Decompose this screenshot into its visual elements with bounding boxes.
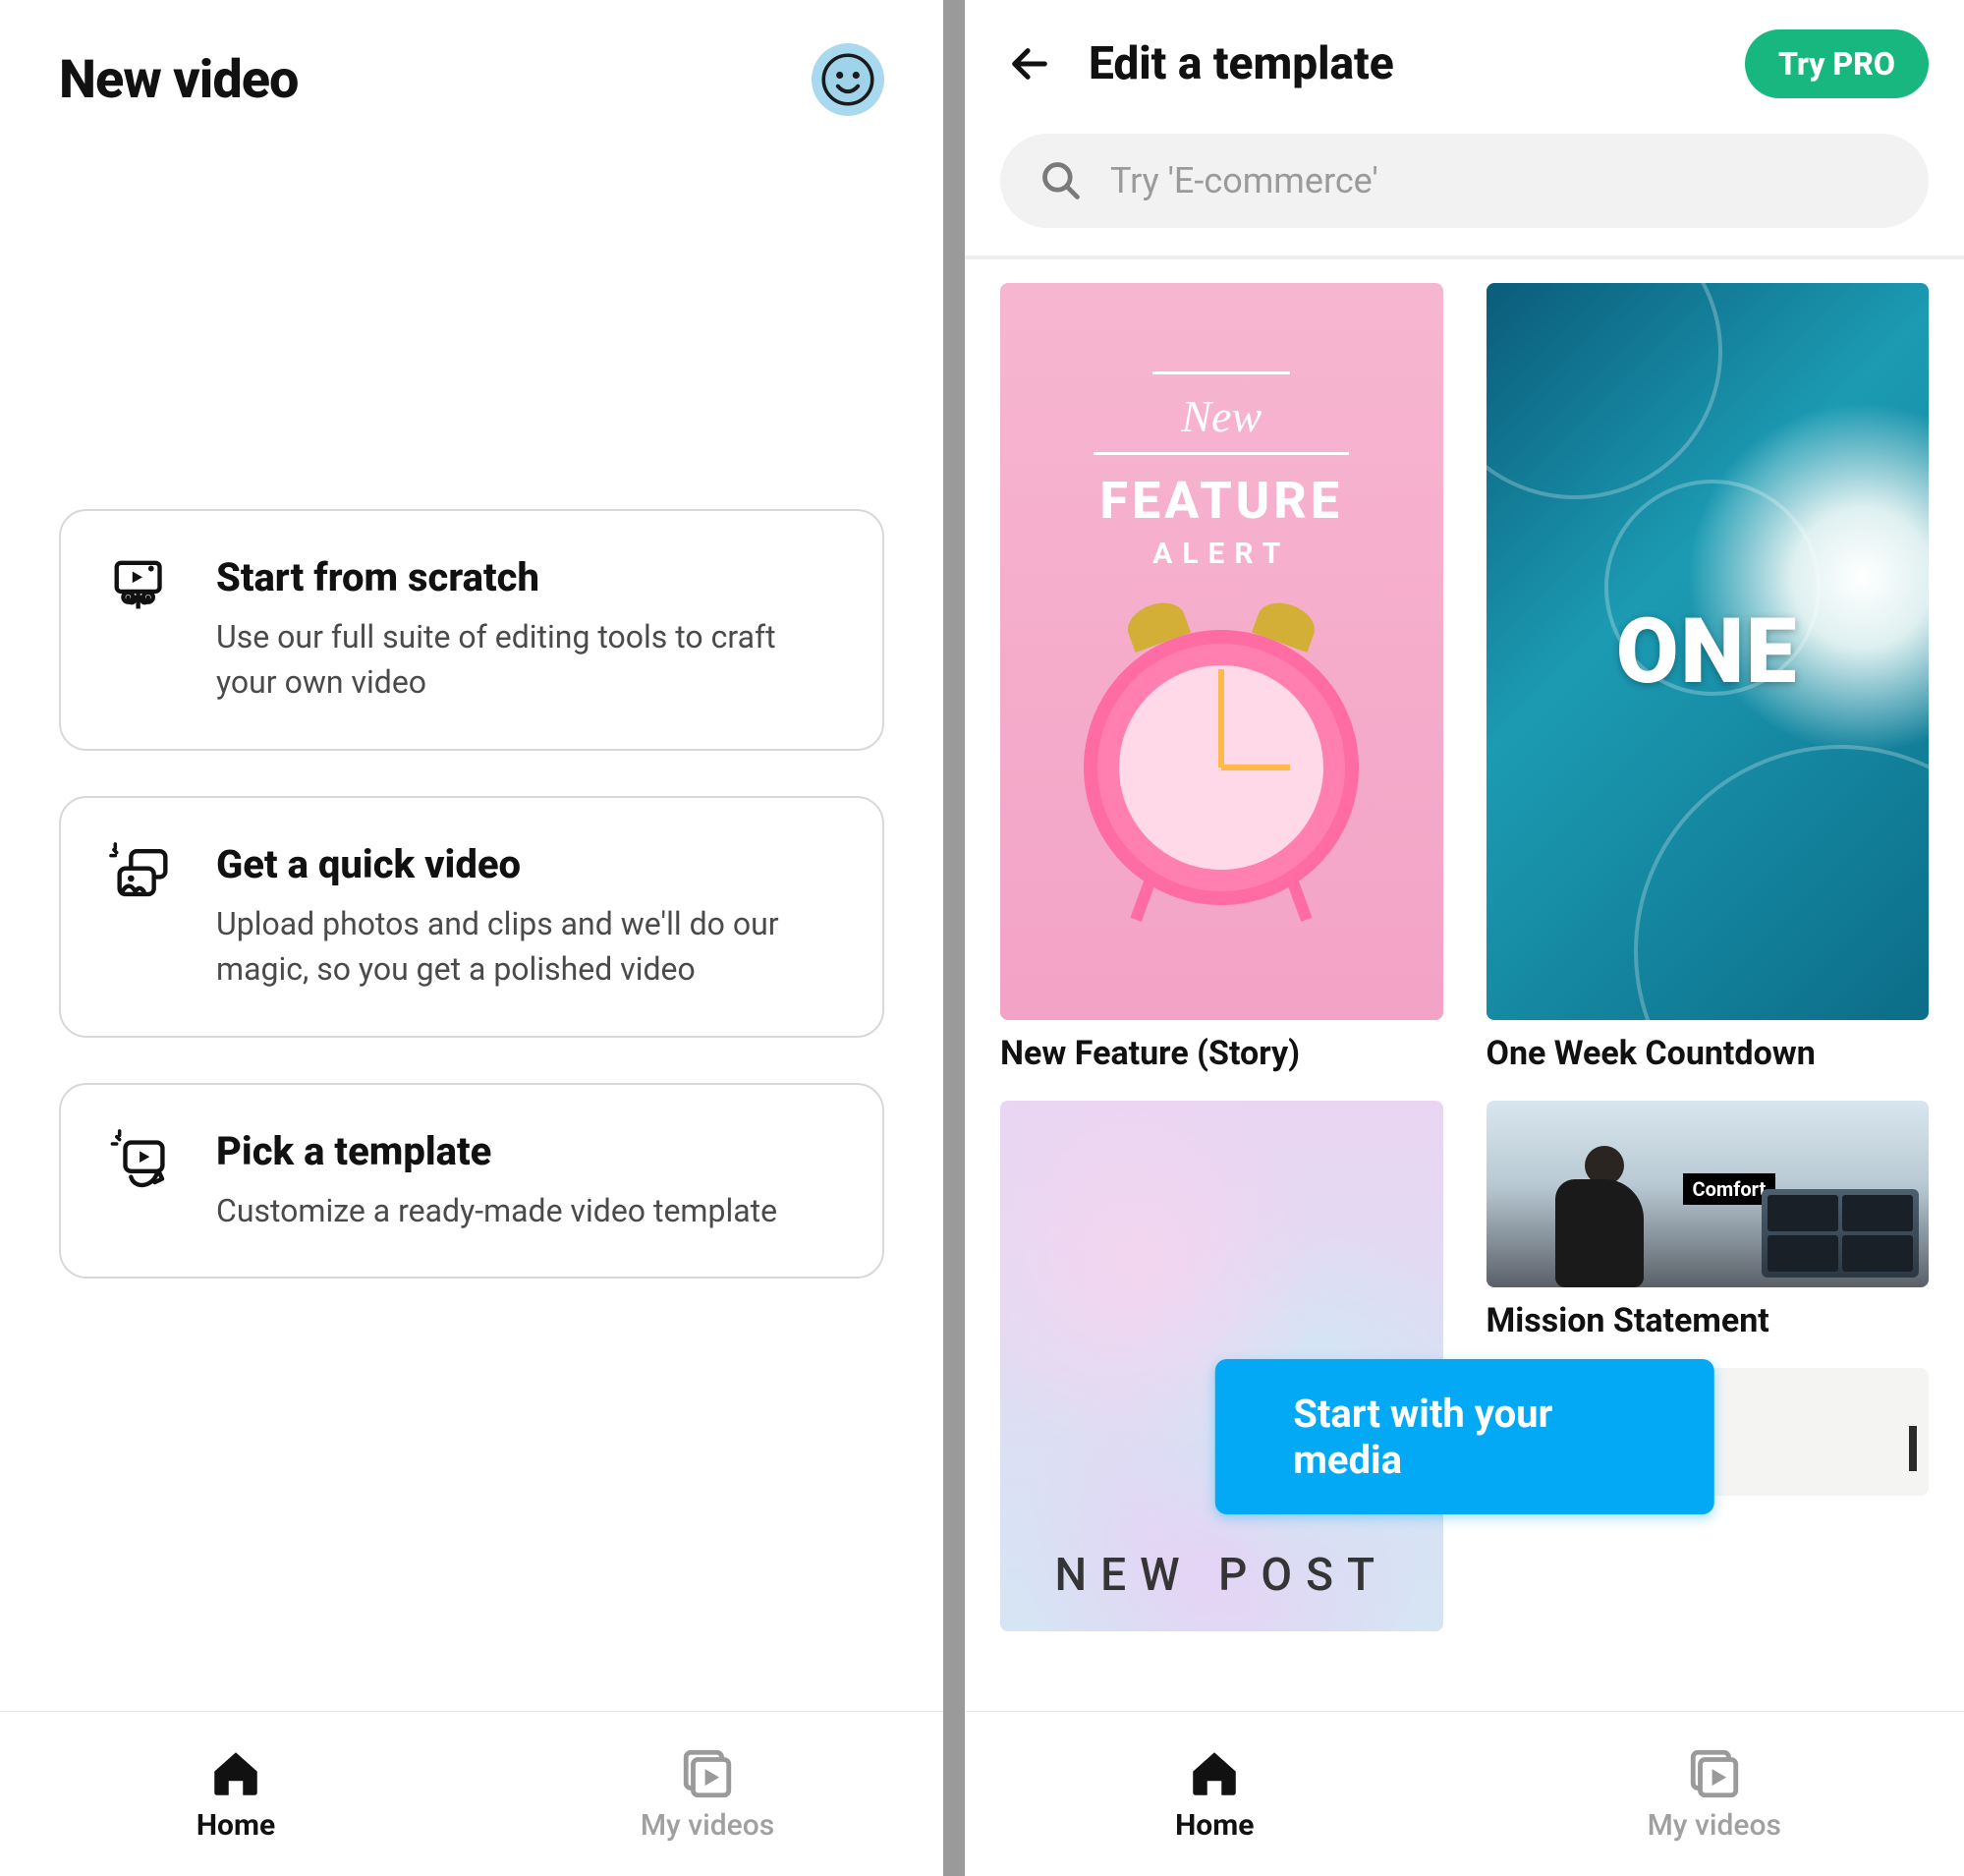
thumb-overlay-text: ALERT	[1094, 537, 1349, 571]
screen-edit-template: Edit a template Try PRO New	[965, 0, 1964, 1876]
card-pick-template[interactable]: Pick a template Customize a ready-made v…	[59, 1083, 884, 1279]
card-subtitle: Use our full suite of editing tools to c…	[216, 614, 835, 706]
tab-label: My videos	[641, 1808, 774, 1843]
tab-home[interactable]: Home	[0, 1712, 472, 1876]
template-mission-statement[interactable]: Comfort Mission Statement	[1487, 1101, 1930, 1340]
card-start-from-scratch[interactable]: Start from scratch Use our full suite of…	[59, 509, 884, 751]
template-thumbnail: New FEATURE ALERT	[1000, 283, 1443, 1020]
search-icon	[1039, 159, 1083, 202]
thumb-overlay-text: FEATURE	[1094, 471, 1349, 531]
scratch-icon	[108, 554, 177, 623]
profile-avatar[interactable]	[812, 43, 884, 116]
alarm-clock-icon	[1084, 630, 1359, 905]
card-title: Get a quick video	[216, 841, 835, 887]
screen-new-video: New video	[0, 0, 965, 1876]
template-one-week-countdown[interactable]: ONE One Week Countdown	[1487, 283, 1930, 1073]
thumb-overlay-text: NEW POST	[1055, 1549, 1388, 1602]
search-field[interactable]	[1000, 134, 1929, 228]
search-container	[965, 116, 1964, 256]
template-label: New Feature (Story)	[1000, 1034, 1443, 1073]
card-subtitle: Upload photos and clips and we'll do our…	[216, 901, 835, 993]
tab-label: My videos	[1648, 1808, 1781, 1843]
back-button[interactable]	[1000, 34, 1059, 93]
tab-label: Home	[196, 1808, 275, 1843]
page-title: Edit a template	[1089, 37, 1715, 90]
page-title: New video	[59, 49, 298, 111]
template-thumbnail: ONE	[1487, 283, 1930, 1020]
my-videos-icon	[679, 1745, 736, 1802]
template-icon	[108, 1128, 177, 1197]
quick-video-icon	[108, 841, 177, 910]
card-subtitle: Customize a ready-made video template	[216, 1188, 835, 1233]
template-label: One Week Countdown	[1487, 1034, 1930, 1073]
card-title: Start from scratch	[216, 554, 835, 600]
tab-label: Home	[1175, 1808, 1254, 1843]
card-quick-video[interactable]: Get a quick video Upload photos and clip…	[59, 796, 884, 1038]
thumb-overlay-text: New	[1094, 390, 1349, 442]
right-header: Edit a template Try PRO	[965, 0, 1964, 116]
tab-my-videos[interactable]: My videos	[472, 1712, 943, 1876]
template-label: Mission Statement	[1487, 1301, 1930, 1340]
start-with-media-button[interactable]: Start with your media	[1214, 1359, 1714, 1514]
my-videos-icon	[1686, 1745, 1743, 1802]
template-new-feature[interactable]: New FEATURE ALERT New Feature (Story)	[1000, 283, 1443, 1073]
template-thumbnail: Comfort	[1487, 1101, 1930, 1287]
tab-my-videos[interactable]: My videos	[1465, 1712, 1964, 1876]
home-icon	[1186, 1745, 1243, 1802]
search-input[interactable]	[1110, 160, 1889, 201]
tab-bar: Home My videos	[965, 1711, 1964, 1876]
try-pro-button[interactable]: Try PRO	[1745, 29, 1929, 98]
option-cards: Start from scratch Use our full suite of…	[0, 509, 943, 1279]
smiley-icon	[821, 53, 874, 106]
home-icon	[207, 1745, 264, 1802]
tab-home[interactable]: Home	[965, 1712, 1465, 1876]
left-header: New video	[0, 0, 943, 116]
card-title: Pick a template	[216, 1128, 835, 1174]
tab-bar: Home My videos	[0, 1711, 943, 1876]
arrow-left-icon	[1007, 41, 1052, 86]
